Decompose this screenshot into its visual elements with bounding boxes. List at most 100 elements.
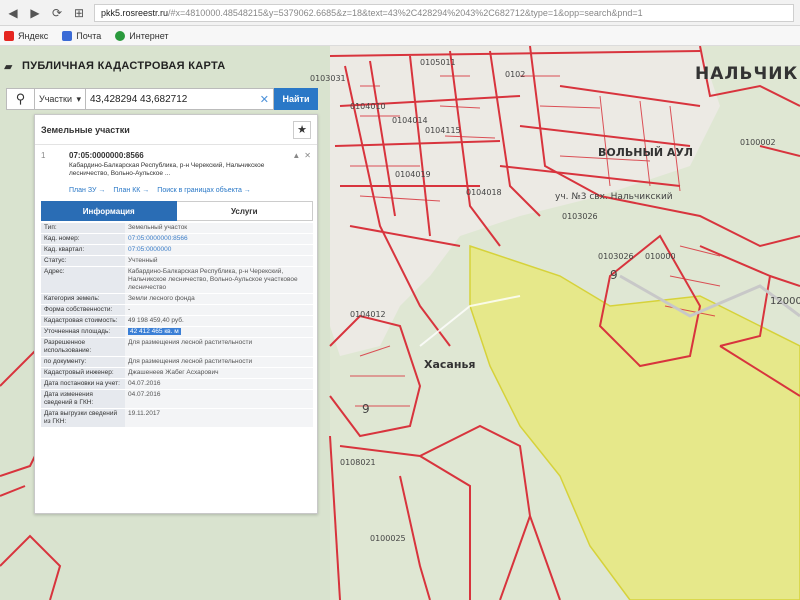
search-type-select[interactable]: Участки ▾ (34, 88, 86, 110)
globe-icon (115, 30, 126, 41)
forward-icon[interactable]: ▶ (28, 6, 42, 20)
card-address: Кабардино-Балкарская Республика, р-н Чер… (69, 162, 265, 177)
attribute-row: Кад. номер: 07:05:0000000:8566 (41, 234, 313, 245)
grid-icon[interactable]: ⊞ (72, 6, 86, 20)
attribute-value: 19.11.2017 (125, 409, 313, 427)
favorite-star-icon[interactable]: ★ (293, 120, 311, 139)
attribute-value: 04.07.2016 (125, 379, 313, 389)
attribute-value[interactable]: 07:05:0000000 (125, 245, 313, 255)
search-boundaries-link[interactable]: Поиск в границах объекта → (157, 187, 251, 194)
tab-services[interactable]: Услуги (176, 201, 313, 221)
attribute-row: Статус: Учтенный (41, 256, 313, 267)
attribute-row: Дата постановки на учет: 04.07.2016 (41, 379, 313, 390)
attribute-row: Кад. квартал: 07:05:0000000 (41, 245, 313, 256)
attribute-key: Статус: (41, 256, 125, 266)
attribute-value: Земельный участок (125, 223, 313, 233)
attribute-row: Кадастровый инженер: Джашенеев Жабег Асха… (41, 368, 313, 379)
attribute-value: 04.07.2016 (125, 390, 313, 408)
attribute-key: Дата изменения сведений в ГКН: (41, 390, 125, 408)
parcel-label: 0103026 (598, 252, 634, 261)
parcel-label: 0104115 (425, 126, 461, 135)
attribute-key: Кадастровая стоимость: (41, 316, 125, 326)
attribute-value: Для размещения лесной растительности (125, 338, 313, 356)
map-logo-icon: ▰ (4, 61, 13, 73)
attribute-value[interactable]: 07:05:0000000:8566 (125, 234, 313, 244)
yandex-icon (4, 30, 14, 41)
attribute-row: Дата изменения сведений в ГКН: 04.07.2016 (41, 390, 313, 409)
attribute-key: Форма собственности: (41, 305, 125, 315)
attribute-row: Форма собственности: - (41, 305, 313, 316)
bookmark-mail[interactable]: Почта (62, 30, 101, 41)
card-id: 07:05:0000000:8566 (69, 151, 144, 160)
collapse-icon[interactable]: ▲ (292, 151, 300, 160)
info-panel: Земельные участки ★ 1 07:05:0000000:8566… (34, 114, 318, 514)
attribute-key: Тип: (41, 223, 125, 233)
url-domain: pkk5.rosreestr.ru (101, 7, 169, 18)
app-header: ▰ ПУБЛИЧНАЯ КАДАСТРОВАЯ КАРТА (0, 46, 330, 86)
attribute-key: Кадастровый инженер: (41, 368, 125, 378)
attribute-row: Уточненная площадь: 42 412 465 кв. м (41, 327, 313, 338)
search-icon[interactable]: ⚲ (6, 88, 34, 110)
attribute-value: - (125, 305, 313, 315)
search-bar: ⚲ Участки ▾ 43,428294 43,682712 ✕ Найти (6, 88, 318, 110)
attribute-key: Кад. квартал: (41, 245, 125, 255)
parcel-label: 0104012 (350, 310, 386, 319)
mail-icon (62, 30, 73, 41)
attribute-value: Учтенный (125, 256, 313, 266)
panel-header: Земельные участки ★ (35, 115, 317, 145)
panel-tabs: Информация Услуги (41, 201, 313, 221)
attribute-row: Категория земель: Земли лесного фонда (41, 294, 313, 305)
bookmarks-bar: Яндекс Почта Интернет (0, 26, 800, 46)
card-controls: ▲ ✕ (292, 151, 311, 160)
url-rest: /#x=4810000.48548215&y=5379062.6685&z=18… (168, 7, 643, 18)
panel-title: Земельные участки (41, 124, 130, 135)
attribute-value: Земли лесного фонда (125, 294, 313, 304)
bookmark-internet[interactable]: Интернет (115, 30, 169, 41)
attribute-value: 42 412 465 кв. м (125, 327, 313, 337)
attribute-row: Дата выгрузки сведений из ГКН: 19.11.2017 (41, 409, 313, 428)
plan-zu-link[interactable]: План ЗУ → (69, 187, 105, 194)
attribute-value: Кабардино-Балкарская Республика, р-н Чер… (125, 267, 313, 293)
village-label-1: ВОЛЬНЫЙ АУЛ (598, 146, 694, 159)
reload-icon[interactable]: ⟳ (50, 6, 64, 20)
address-bar[interactable]: pkk5.rosreestr.ru/#x=4810000.48548215&y=… (94, 3, 794, 22)
attribute-value: Джашенеев Жабег Асхарович (125, 368, 313, 378)
parcel-label: 0100002 (740, 138, 776, 147)
tab-info[interactable]: Информация (41, 201, 177, 221)
parcel-label: 0105011 (420, 58, 456, 67)
parcel-label: 9 (362, 402, 370, 416)
bookmark-yandex[interactable]: Яндекс (4, 30, 48, 41)
parcel-label: 120000 (770, 296, 800, 307)
search-button[interactable]: Найти (274, 88, 318, 110)
attribute-value: 49 198 459,40 руб. (125, 316, 313, 326)
attribute-key: Адрес: (41, 267, 125, 293)
note-label: уч. №3 свх. Нальчикский (555, 192, 673, 202)
parcel-label: 0104019 (395, 170, 431, 179)
attribute-value: Для размещения лесной растительности (125, 357, 313, 367)
attribute-row: по документу: Для размещения лесной расти… (41, 357, 313, 368)
parcel-label: 0108021 (340, 458, 376, 467)
city-label: НАЛЬЧИК (695, 64, 799, 84)
card-links: План ЗУ → План КК → Поиск в границах объ… (69, 187, 251, 194)
attribute-key: по документу: (41, 357, 125, 367)
attribute-key: Разрешенное использование: (41, 338, 125, 356)
attribute-key: Дата выгрузки сведений из ГКН: (41, 409, 125, 427)
parcel-label: 0104014 (392, 116, 428, 125)
attribute-table: Тип: Земельный участок Кад. номер: 07:05:00… (41, 223, 313, 428)
browser-toolbar: ◀ ▶ ⟳ ⊞ pkk5.rosreestr.ru/#x=4810000.485… (0, 0, 800, 26)
clear-icon[interactable]: ✕ (260, 93, 269, 106)
attribute-row: Тип: Земельный участок (41, 223, 313, 234)
back-icon[interactable]: ◀ (6, 6, 20, 20)
selected-text: 42 412 465 кв. м (128, 328, 181, 335)
attribute-row: Адрес: Кабардино-Балкарская Республика, р… (41, 267, 313, 294)
app-title: ПУБЛИЧНАЯ КАДАСТРОВАЯ КАРТА (22, 60, 226, 72)
parcel-label: 0103026 (562, 212, 598, 221)
close-icon[interactable]: ✕ (304, 151, 311, 160)
attribute-key: Дата постановки на учет: (41, 379, 125, 389)
attribute-key: Кад. номер: (41, 234, 125, 244)
search-input[interactable]: 43,428294 43,682712 ✕ (86, 88, 274, 110)
village-label-2: Хасанья (424, 358, 476, 371)
plan-kk-link[interactable]: План КК → (113, 187, 149, 194)
card-index: 1 (41, 151, 46, 160)
parcel-label: 0102 (505, 70, 526, 79)
